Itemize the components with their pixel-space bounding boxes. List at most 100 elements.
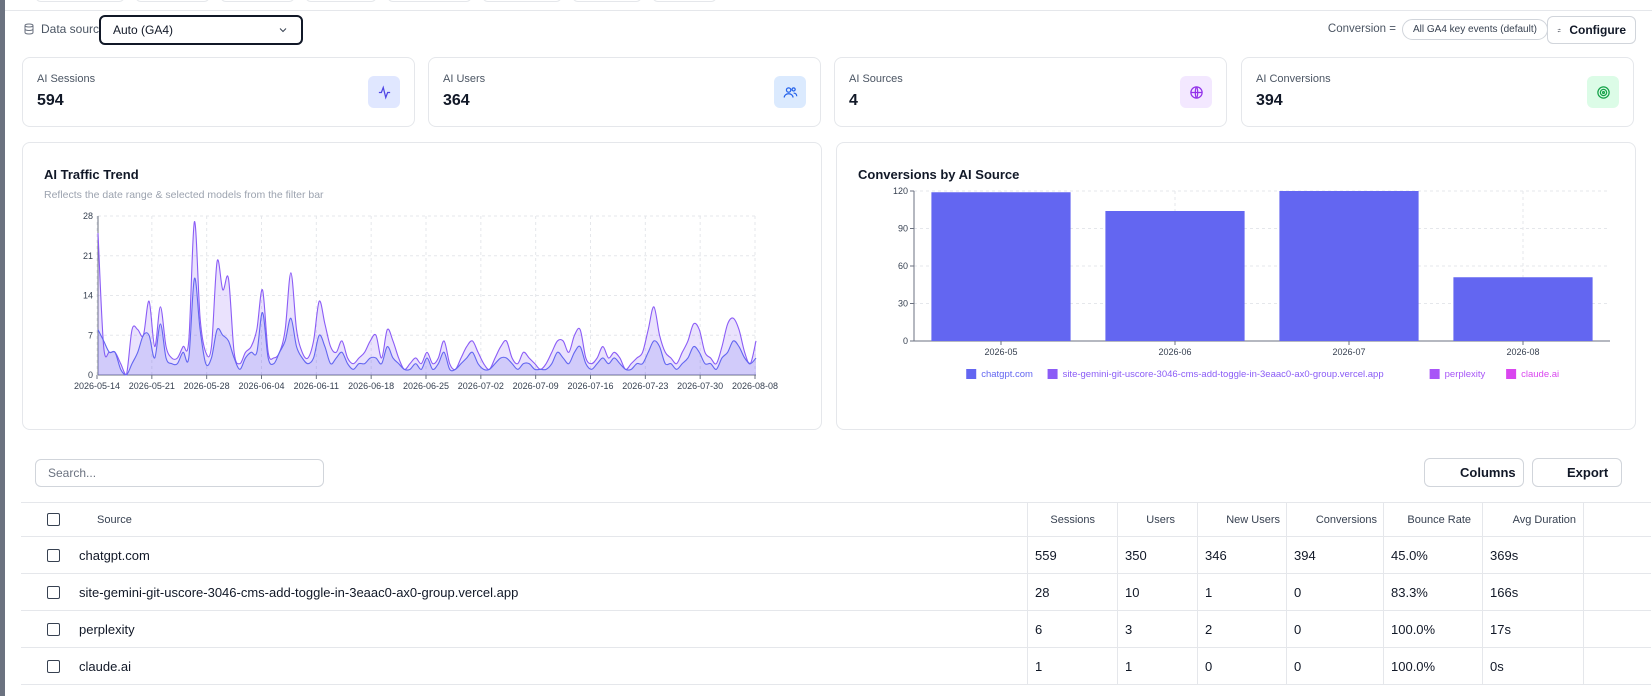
header-sessions[interactable]: Sessions: [1027, 503, 1117, 536]
header-conversions[interactable]: Conversions: [1286, 503, 1383, 536]
column-divider: [1583, 503, 1584, 536]
column-divider: [1482, 611, 1483, 647]
columns-label: Columns: [1460, 465, 1516, 480]
y-tick-label: 30: [898, 299, 908, 309]
cell-conversions: 0: [1294, 621, 1302, 637]
y-tick-label: 28: [83, 211, 93, 221]
cell-bounce-rate: 45.0%: [1391, 547, 1428, 563]
column-divider: [1197, 648, 1198, 684]
y-tick-label: 0: [903, 336, 908, 346]
row-checkbox[interactable]: [47, 548, 60, 562]
row-checkbox[interactable]: [47, 585, 60, 599]
cell-new-users: 346: [1205, 547, 1227, 563]
x-tick-label: 2026-07-09: [513, 381, 559, 391]
column-divider: [1117, 537, 1118, 573]
x-tick-label: 2026-06-25: [403, 381, 449, 391]
header-bounce-rate[interactable]: Bounce Rate: [1383, 503, 1482, 536]
cell-source: claude.ai: [79, 658, 132, 674]
traffic-trend-panel: AI Traffic Trend Reflects the date range…: [22, 142, 822, 430]
metric-value: 394: [1256, 92, 1283, 109]
x-tick-label: 2026-07-30: [677, 381, 723, 391]
select-all-checkbox[interactable]: [47, 513, 60, 526]
cell-avg-duration: 0s: [1490, 658, 1504, 674]
table-row[interactable]: site-gemini-git-uscore-3046-cms-add-togg…: [21, 574, 1651, 611]
metric-card-users: AI Users 364: [428, 57, 821, 127]
cell-new-users: 2: [1205, 621, 1213, 637]
database-icon: [24, 23, 34, 35]
column-divider: [1583, 537, 1584, 573]
row-checkbox[interactable]: [47, 659, 60, 673]
table-row[interactable]: perplexity 6 3 2 0 100.0% 17s: [21, 611, 1651, 648]
x-tick-label: 2026-05-14: [74, 381, 120, 391]
column-divider: [1583, 648, 1584, 684]
legend-label: chatgpt.com: [981, 369, 1033, 380]
clipped-tab[interactable]: [35, 0, 125, 2]
clipped-tab[interactable]: [220, 0, 295, 2]
column-divider: [1027, 611, 1028, 647]
cell-sessions: 28: [1035, 584, 1050, 600]
column-divider: [1286, 537, 1287, 573]
search-input[interactable]: Search...: [35, 459, 324, 487]
cell-source: chatgpt.com: [79, 547, 150, 563]
column-divider: [1383, 537, 1384, 573]
column-divider: [1117, 648, 1118, 684]
clipped-tab[interactable]: [482, 0, 562, 2]
metric-label: AI Sessions: [37, 73, 96, 85]
y-tick-label: 120: [893, 186, 908, 196]
data-source-select[interactable]: Auto (GA4): [99, 15, 303, 45]
metric-value: 594: [37, 92, 64, 109]
clipped-tab[interactable]: [652, 0, 717, 2]
column-divider: [1482, 648, 1483, 684]
x-tick-label: 2026-06-11: [294, 381, 339, 391]
legend-label: site-gemini-git-uscore-3046-cms-add-togg…: [1063, 369, 1384, 380]
clipped-tab[interactable]: [135, 0, 210, 2]
cell-avg-duration: 17s: [1490, 621, 1511, 637]
table-row[interactable]: claude.ai 1 1 0 0 100.0% 0s: [21, 648, 1651, 685]
dashboard-page: Data source Auto (GA4) Conversion = All …: [0, 0, 1652, 696]
table-header-row: Source Sessions Users New Users Conversi…: [21, 502, 1651, 537]
header-source[interactable]: Source: [97, 503, 132, 536]
metric-card-sources: AI Sources 4: [834, 57, 1227, 127]
header-avg-duration[interactable]: Avg Duration: [1482, 503, 1583, 536]
clipped-tab[interactable]: [387, 0, 472, 2]
traffic-trend-chart: 0 7 14 21 28 2026-05-14 2026-05-21 2026-05-28 20…: [74, 211, 778, 391]
cell-conversions: 0: [1294, 658, 1302, 674]
configure-button[interactable]: Configure: [1547, 16, 1636, 44]
cell-users: 3: [1125, 621, 1133, 637]
sliders-icon: [1557, 28, 1561, 32]
column-divider: [1286, 611, 1287, 647]
header-new-users[interactable]: New Users: [1197, 503, 1286, 536]
cell-new-users: 0: [1205, 658, 1213, 674]
column-divider: [1027, 574, 1028, 610]
data-source-label-text: Data source: [41, 22, 106, 36]
legend-label: perplexity: [1445, 369, 1486, 380]
y-tick-label: 7: [88, 330, 93, 340]
x-tick-label: 2026-06-18: [348, 381, 394, 391]
x-tick-label: 2026-08: [1506, 347, 1539, 357]
metric-card-conversions: AI Conversions 394: [1241, 57, 1634, 127]
bar-2026-07: [1279, 191, 1419, 341]
y-tick-label: 90: [898, 224, 908, 234]
clipped-tab[interactable]: [305, 0, 377, 2]
table-row[interactable]: chatgpt.com 559 350 346 394 45.0% 369s: [21, 537, 1651, 574]
cell-sessions: 6: [1035, 621, 1043, 637]
column-divider: [1197, 574, 1198, 610]
x-tick-label: 2026-07-02: [458, 381, 504, 391]
conversion-pill[interactable]: All GA4 key events (default): [1402, 19, 1548, 40]
x-tick-label: 2026-07-16: [567, 381, 613, 391]
bar-2026-05: [931, 192, 1071, 341]
cell-bounce-rate: 83.3%: [1391, 584, 1428, 600]
column-divider: [1197, 537, 1198, 573]
columns-button[interactable]: Columns: [1424, 458, 1524, 487]
left-edge-bar: [0, 0, 5, 696]
x-tick-label: 2026-05-28: [184, 381, 230, 391]
cell-source: perplexity: [79, 621, 135, 637]
clipped-tab[interactable]: [572, 0, 642, 2]
row-checkbox[interactable]: [47, 622, 60, 636]
conversions-panel: Conversions by AI Source 0 30 60 90 120 2026-…: [836, 142, 1636, 430]
cell-conversions: 0: [1294, 584, 1302, 600]
header-users[interactable]: Users: [1117, 503, 1197, 536]
cell-users: 1: [1125, 658, 1133, 674]
configure-label: Configure: [1569, 23, 1626, 37]
export-button[interactable]: Export: [1532, 458, 1622, 487]
